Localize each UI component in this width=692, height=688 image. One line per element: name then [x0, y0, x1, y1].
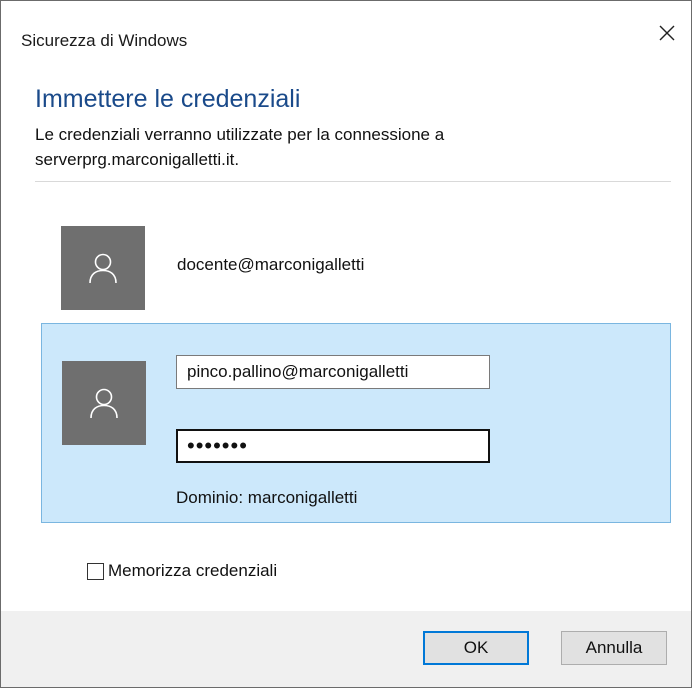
remember-credentials-checkbox[interactable]: [87, 562, 104, 580]
domain-label: Dominio: marconigalletti: [176, 488, 358, 507]
ok-button[interactable]: OK: [423, 631, 529, 665]
account-name: docente@marconigalletti: [177, 255, 365, 274]
remember-credentials-label: Memorizza credenziali: [108, 561, 278, 580]
user-icon: [89, 253, 117, 284]
avatar: [61, 226, 145, 310]
account-tile-docente[interactable]: docente@marconigalletti: [41, 205, 671, 311]
credentials-dialog: Sicurezza di Windows Immettere le creden…: [0, 0, 692, 688]
username-input[interactable]: [176, 355, 490, 389]
close-button[interactable]: [649, 15, 685, 51]
close-icon: [659, 25, 675, 41]
user-icon: [90, 388, 118, 419]
dialog-heading: Immettere le credenziali: [35, 85, 301, 113]
separator: [35, 181, 671, 182]
avatar: [62, 361, 146, 445]
dialog-subtitle: Le credenziali verranno utilizzate per l…: [35, 125, 445, 169]
selected-account-panel: Dominio: marconigalletti: [41, 323, 671, 523]
remember-credentials-option[interactable]: Memorizza credenziali: [87, 561, 277, 581]
dialog-footer: OK Annulla: [1, 611, 691, 687]
cancel-button[interactable]: Annulla: [561, 631, 667, 665]
window-title: Sicurezza di Windows: [21, 31, 188, 50]
password-input[interactable]: [176, 429, 490, 463]
